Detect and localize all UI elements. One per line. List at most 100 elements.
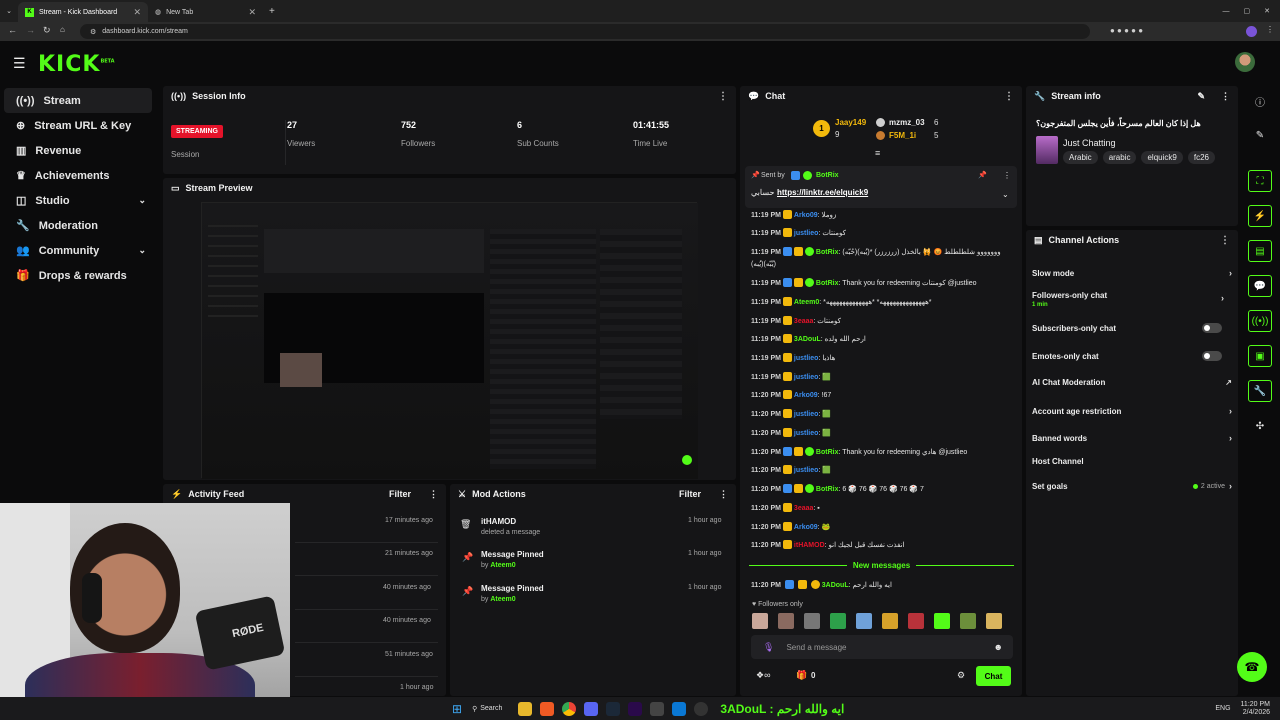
action-set-goals[interactable]: Set goals 2 active › <box>1032 481 1232 491</box>
chat-input[interactable]: 🎙 Send a message ☻ <box>751 635 1013 659</box>
chat-username[interactable]: Arko09 <box>794 392 818 399</box>
emotes-only-toggle[interactable] <box>1202 351 1222 361</box>
send-chat-button[interactable]: Chat <box>976 666 1011 686</box>
language-indicator[interactable]: ENG <box>1215 705 1230 712</box>
chat-message[interactable]: 11:20 PM itHAMOD: انفذت نفسك قبل لجيك ان… <box>751 540 905 549</box>
tag-chip[interactable]: arabic <box>1102 151 1137 164</box>
chat-username[interactable]: justlieo <box>794 355 819 362</box>
more-options-icon[interactable]: ⋮ <box>1004 91 1014 102</box>
minimize-icon[interactable]: — <box>1223 8 1230 15</box>
chat-username[interactable]: itHAMOD <box>794 542 825 549</box>
action-emotes-only[interactable]: Emotes-only chat <box>1032 351 1232 361</box>
emote-icon[interactable] <box>986 613 1002 629</box>
subscribers-only-toggle[interactable] <box>1202 323 1222 333</box>
tab-search-icon[interactable]: ⌄ <box>0 7 18 15</box>
emote-icon[interactable] <box>960 613 976 629</box>
microphone-icon[interactable]: 🎙 <box>763 642 774 653</box>
user-avatar[interactable] <box>1235 52 1255 72</box>
chat-message[interactable]: 11:19 PM Ateem0: *ههههههههههههههه* *هههه… <box>751 297 932 306</box>
premiere-icon[interactable] <box>628 701 643 716</box>
browser-tab[interactable]: ◍ New Tab ✕ <box>148 2 263 22</box>
pinned-message[interactable]: 📌 Sent by BotRix 📌 ⋮ حسابي https://linkt… <box>745 166 1017 208</box>
chat-message[interactable]: 11:19 PM justlieo: 🟩 <box>751 372 831 381</box>
edit-icon[interactable]: ✎ <box>1197 91 1205 102</box>
site-info-icon[interactable]: ⚙ <box>90 28 96 36</box>
close-tab-icon[interactable]: ✕ <box>248 7 256 18</box>
chat-message[interactable]: 11:19 PM 3eaaa: كومنتات <box>751 316 841 325</box>
sidebar-item-drops[interactable]: 🎁 Drops & rewards <box>4 263 152 288</box>
sidebar-item-moderation[interactable]: 🔧 Moderation <box>4 213 152 238</box>
more-options-icon[interactable]: ⋮ <box>1220 235 1230 246</box>
chat-message[interactable]: 11:19 PM justlieo: هاذيا <box>751 353 835 362</box>
chevron-down-icon[interactable]: ⌄ <box>1002 190 1009 199</box>
mod-filter-button[interactable]: Filter <box>679 489 701 499</box>
chat-message[interactable]: 11:19 PM justlieo: كومنتات <box>751 228 846 237</box>
forward-icon[interactable]: → <box>26 25 35 35</box>
pinned-user[interactable]: BotRix <box>816 172 839 179</box>
info-icon[interactable]: ⓘ <box>1248 90 1272 112</box>
action-account-age[interactable]: Account age restriction › <box>1032 406 1232 416</box>
emote-icon[interactable] <box>804 613 820 629</box>
back-icon[interactable]: ← <box>8 25 17 35</box>
app-icon[interactable] <box>584 701 599 716</box>
category-name[interactable]: Just Chatting <box>1063 138 1116 148</box>
mod-action-user[interactable]: Ateem0 <box>490 562 515 569</box>
chat-message[interactable]: 11:20 PM Arko09: !67 <box>751 390 831 399</box>
action-subscribers-only[interactable]: Subscribers-only chat <box>1032 323 1232 333</box>
chat-message[interactable]: 11:20 PM justlieo: 🟩 <box>751 428 831 437</box>
emote-icon[interactable] <box>934 613 950 629</box>
chat-message[interactable]: 11:20 PM justlieo: 🟩 <box>751 409 831 418</box>
clock[interactable]: 11:20 PM 2/4/2026 <box>1241 701 1270 717</box>
mod-action-user[interactable]: Ateem0 <box>490 596 515 603</box>
profile-avatar-icon[interactable] <box>1246 26 1257 37</box>
chat-message[interactable]: 11:20 PM justlieo: 🟩 <box>751 465 831 474</box>
chat-username[interactable]: justlieo <box>794 467 819 474</box>
chat-username[interactable]: 3eaaa <box>794 505 813 512</box>
stream-preview-video[interactable] <box>201 202 698 479</box>
emote-icon[interactable] <box>752 613 768 629</box>
chevron-down-icon[interactable]: ⌄ <box>138 195 146 206</box>
chat-username[interactable]: justlieo <box>794 230 819 237</box>
chat-message[interactable]: 11:19 PM BotRix: Thank you for redeeming… <box>751 278 977 287</box>
sidebar-item-stream-url[interactable]: ⊕ Stream URL & Key <box>4 113 152 138</box>
more-options-icon[interactable]: ⋮ <box>1003 171 1011 180</box>
browser-tab-active[interactable]: K Stream - Kick Dashboard ✕ <box>18 2 148 22</box>
wrench-tool-icon[interactable]: 🔧 <box>1248 380 1272 402</box>
hamburger-menu-icon[interactable]: ☰ <box>13 55 26 72</box>
gifter-name[interactable]: mzmz_03 <box>889 118 925 127</box>
action-banned-words[interactable]: Banned words › <box>1032 433 1232 443</box>
chat-username[interactable]: Arko09 <box>794 524 818 531</box>
chat-message[interactable]: 11:20 PM BotRix: 6 🎲 76 🎲 76 🎲 76 🎲 7 <box>751 484 924 493</box>
chat-username[interactable]: 3ADouL <box>822 582 849 589</box>
emote-icon[interactable] <box>830 613 846 629</box>
tag-chip[interactable]: Arabic <box>1063 151 1098 164</box>
emote-icon[interactable] <box>856 613 872 629</box>
action-host-channel[interactable]: Host Channel <box>1032 457 1232 466</box>
chat-message[interactable]: 11:19 PM 3ADouL: ارحم الله ولده <box>751 334 866 343</box>
apps-icon[interactable]: ✣ <box>1248 415 1272 437</box>
chat-username[interactable]: justlieo <box>794 411 819 418</box>
more-options-icon[interactable]: ⋮ <box>429 489 438 500</box>
chat-message[interactable]: 11:19 PM Arko09: زوملا <box>751 210 836 219</box>
obs-icon[interactable] <box>694 701 709 716</box>
sidebar-item-studio[interactable]: ◫ Studio ⌄ <box>4 188 152 213</box>
chat-username[interactable]: BotRix <box>816 249 839 256</box>
steam-icon[interactable] <box>606 701 621 716</box>
chat-username[interactable]: 3eaaa <box>794 318 813 325</box>
mod-action-title[interactable]: itHAMOD <box>481 517 540 526</box>
app-icon[interactable] <box>650 701 665 716</box>
chat-bubble-icon[interactable]: 💬 <box>1248 275 1272 297</box>
gifter-name[interactable]: Jaay149 <box>835 118 866 127</box>
chevron-down-icon[interactable]: ⌄ <box>138 245 146 256</box>
action-followers-only[interactable]: Followers-only chat 1 min › <box>1032 291 1232 308</box>
sidebar-item-revenue[interactable]: ▥ Revenue <box>4 138 152 163</box>
sidebar-item-community[interactable]: 👥 Community ⌄ <box>4 238 152 263</box>
broadcast-icon[interactable]: ((•)) <box>1248 310 1272 332</box>
reload-icon[interactable]: ↻ <box>43 25 51 36</box>
chat-username[interactable]: justlieo <box>794 374 819 381</box>
tag-chip[interactable]: elquick9 <box>1141 151 1183 164</box>
new-tab-icon[interactable]: + <box>269 6 275 17</box>
chat-username[interactable]: BotRix <box>816 449 839 456</box>
channel-points-icon[interactable]: ❖∞ <box>756 670 770 681</box>
menu-icon[interactable]: ⋮ <box>1266 25 1274 34</box>
